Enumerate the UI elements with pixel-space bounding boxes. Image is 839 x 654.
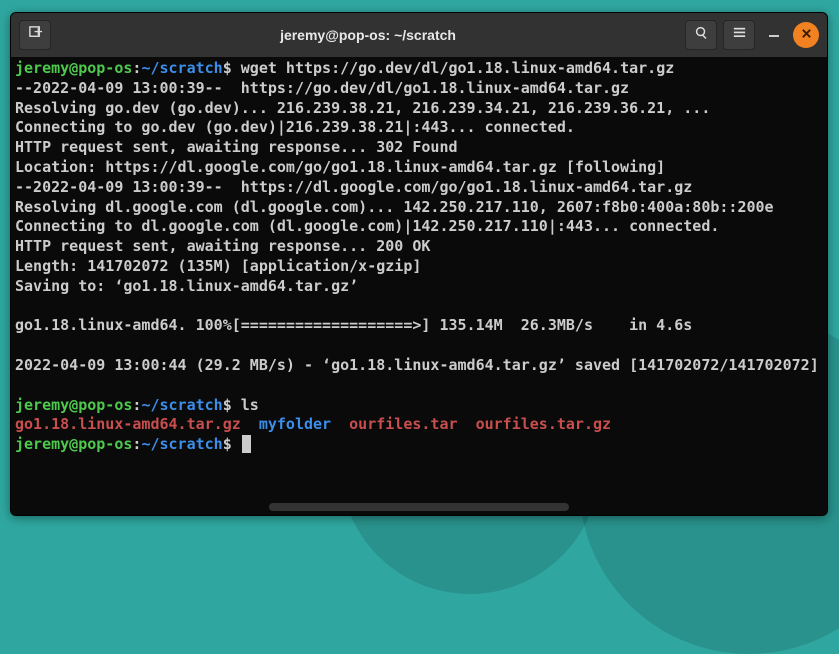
ls-item-archive: ourfiles.tar: [349, 415, 457, 433]
minimize-icon: [768, 26, 780, 44]
prompt-dollar: $: [223, 396, 241, 414]
new-tab-icon: [28, 25, 43, 45]
new-tab-button[interactable]: [19, 20, 51, 50]
output-line: --2022-04-09 13:00:39-- https://go.dev/d…: [15, 79, 629, 97]
ls-item-dir: myfolder: [259, 415, 331, 433]
close-icon: [801, 26, 812, 44]
output-line: --2022-04-09 13:00:39-- https://dl.googl…: [15, 178, 692, 196]
prompt-user: jeremy@pop-os: [15, 59, 132, 77]
output-line: HTTP request sent, awaiting response... …: [15, 138, 458, 156]
output-line: go1.18.linux-amd64. 100%[===============…: [15, 316, 692, 334]
close-button[interactable]: [793, 22, 819, 48]
ls-item-archive: go1.18.linux-amd64.tar.gz: [15, 415, 241, 433]
prompt-path: ~/scratch: [141, 396, 222, 414]
prompt-user: jeremy@pop-os: [15, 435, 132, 453]
prompt-path: ~/scratch: [141, 435, 222, 453]
output-line: HTTP request sent, awaiting response... …: [15, 237, 430, 255]
horizontal-scrollbar[interactable]: [269, 503, 569, 511]
output-line: Location: https://dl.google.com/go/go1.1…: [15, 158, 665, 176]
output-line: Connecting to dl.google.com (dl.google.c…: [15, 217, 719, 235]
command-text: wget https://go.dev/dl/go1.18.linux-amd6…: [241, 59, 674, 77]
ls-item-archive: ourfiles.tar.gz: [476, 415, 611, 433]
prompt-path: ~/scratch: [141, 59, 222, 77]
minimize-button[interactable]: [761, 22, 787, 48]
window-title: jeremy@pop-os: ~/scratch: [51, 27, 685, 43]
output-line: Connecting to go.dev (go.dev)|216.239.38…: [15, 118, 575, 136]
prompt-dollar: $: [223, 435, 241, 453]
prompt-dollar: $: [223, 59, 241, 77]
menu-button[interactable]: [723, 20, 755, 50]
terminal-body[interactable]: jeremy@pop-os:~/scratch$ wget https://go…: [11, 57, 827, 515]
prompt-user: jeremy@pop-os: [15, 396, 132, 414]
output-line: Resolving go.dev (go.dev)... 216.239.38.…: [15, 99, 710, 117]
titlebar[interactable]: jeremy@pop-os: ~/scratch: [11, 13, 827, 57]
output-line: Resolving dl.google.com (dl.google.com).…: [15, 198, 774, 216]
output-line: Saving to: ‘go1.18.linux-amd64.tar.gz’: [15, 277, 358, 295]
command-text: ls: [241, 396, 259, 414]
terminal-window: jeremy@pop-os: ~/scratch: [10, 12, 828, 516]
cursor: [242, 435, 251, 453]
search-button[interactable]: [685, 20, 717, 50]
search-icon: [694, 25, 709, 45]
hamburger-icon: [732, 25, 747, 45]
output-line: 2022-04-09 13:00:44 (29.2 MB/s) - ‘go1.1…: [15, 356, 819, 374]
output-line: Length: 141702072 (135M) [application/x-…: [15, 257, 421, 275]
